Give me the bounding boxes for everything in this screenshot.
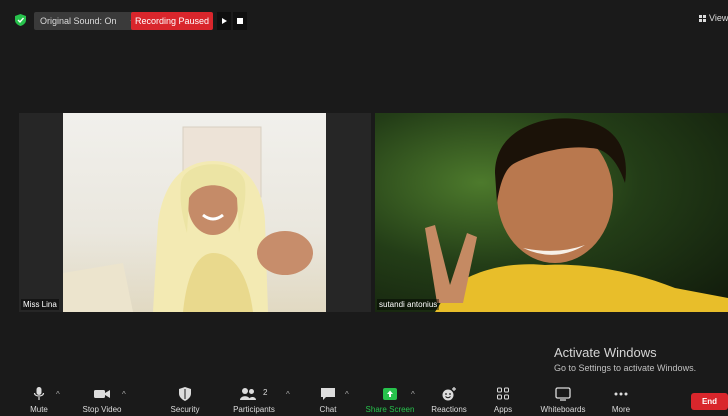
participants-icon	[240, 388, 257, 400]
mute-label: Mute	[30, 405, 48, 414]
resume-recording-button[interactable]	[217, 12, 231, 30]
participant-video	[63, 113, 326, 312]
grid-icon	[699, 15, 706, 22]
whiteboards-label: Whiteboards	[540, 405, 586, 414]
apps-icon	[497, 387, 509, 400]
activate-windows-watermark: Activate Windows Go to Settings to activ…	[554, 345, 696, 373]
stop-recording-button[interactable]	[233, 12, 247, 30]
participants-label: Participants	[233, 405, 275, 414]
participants-options-chevron-icon[interactable]: ^	[286, 390, 290, 399]
more-button[interactable]: More	[606, 384, 636, 416]
share-screen-label: Share Screen	[365, 405, 415, 414]
more-label: More	[611, 405, 631, 414]
more-dots-icon	[614, 392, 628, 396]
video-options-chevron-icon[interactable]: ^	[122, 390, 126, 399]
view-label: View	[709, 13, 728, 23]
chat-options-chevron-icon[interactable]: ^	[345, 390, 349, 399]
video-camera-icon	[94, 390, 110, 398]
emoji-add-icon	[442, 387, 456, 401]
reactions-label: Reactions	[431, 405, 467, 414]
original-sound-label: Original Sound: On	[40, 16, 117, 26]
participants-count: 2	[263, 388, 268, 397]
activate-windows-title: Activate Windows	[554, 345, 657, 360]
apps-label: Apps	[493, 405, 513, 414]
whiteboard-icon	[555, 387, 571, 401]
stop-video-label: Stop Video	[82, 405, 122, 414]
participant-name-label: sutandi antonius	[377, 299, 440, 310]
shield-icon	[179, 387, 191, 401]
security-button[interactable]: Security	[166, 384, 204, 416]
chat-label: Chat	[319, 405, 337, 414]
shield-check-icon[interactable]	[15, 14, 26, 26]
participant-video	[375, 113, 728, 312]
share-screen-button[interactable]: Share Screen	[364, 384, 416, 416]
whiteboards-button[interactable]: Whiteboards	[537, 384, 589, 416]
participants-button[interactable]: 2 Participants	[230, 384, 278, 416]
end-meeting-button[interactable]: End	[691, 393, 728, 410]
video-tile-miss-lina[interactable]: Miss Lina	[19, 113, 371, 312]
participant-name-label: Miss Lina	[21, 299, 59, 310]
microphone-icon	[33, 387, 45, 400]
share-screen-icon	[383, 388, 397, 400]
meeting-top-bar: Original Sound: On ▼ Recording Paused Vi…	[0, 0, 728, 40]
meeting-controls-toolbar: Mute ^ Stop Video ^ Security 2 Participa…	[0, 384, 728, 416]
activate-windows-subtitle: Go to Settings to activate Windows.	[554, 363, 697, 373]
security-label: Security	[170, 405, 200, 414]
audio-options-chevron-icon[interactable]: ^	[56, 390, 60, 399]
mute-button[interactable]: Mute	[22, 384, 56, 416]
video-tile-sutandi-antonius[interactable]: sutandi antonius	[375, 113, 728, 312]
stop-video-button[interactable]: Stop Video	[79, 384, 125, 416]
original-sound-toggle[interactable]: Original Sound: On ▼	[34, 12, 142, 30]
share-options-chevron-icon[interactable]: ^	[411, 390, 415, 399]
chat-button[interactable]: Chat	[314, 384, 342, 416]
recording-status-badge: Recording Paused	[131, 12, 213, 30]
apps-button[interactable]: Apps	[488, 384, 518, 416]
reactions-button[interactable]: Reactions	[429, 384, 469, 416]
chat-bubble-icon	[321, 388, 335, 400]
view-button[interactable]: View	[699, 13, 728, 23]
